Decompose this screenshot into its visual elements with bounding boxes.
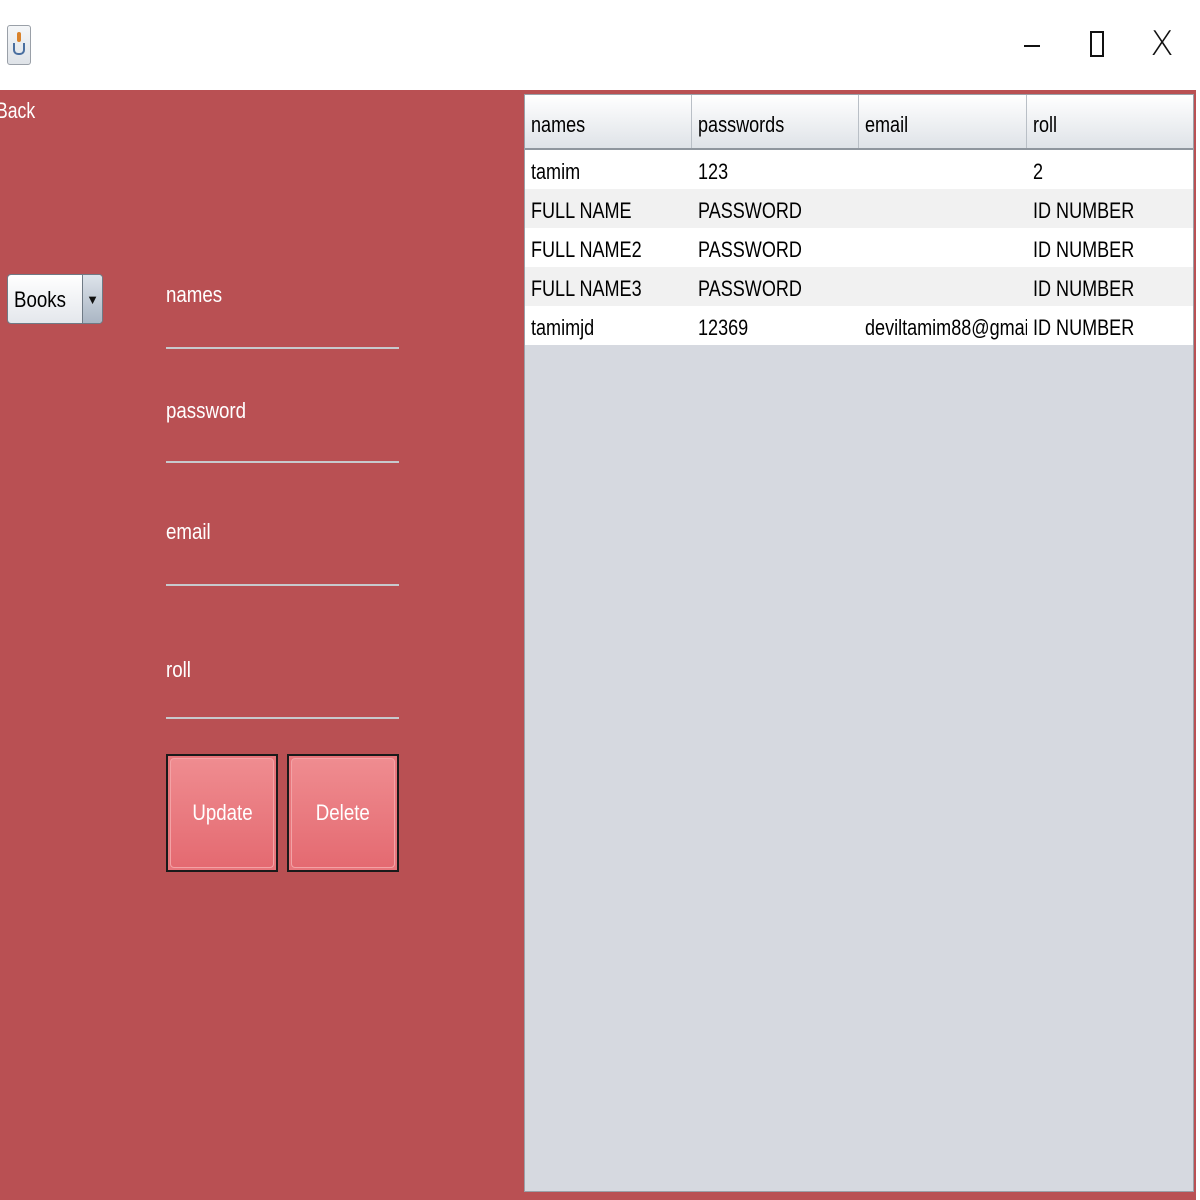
roll-input[interactable]: [166, 717, 399, 719]
maximize-button[interactable]: [1075, 22, 1119, 66]
update-button-label: Update: [191, 800, 253, 825]
table-cell[interactable]: PASSWORD: [692, 189, 859, 228]
table-cell[interactable]: ID NUMBER: [1027, 228, 1193, 267]
table-cell[interactable]: PASSWORD: [692, 267, 859, 306]
maximize-icon: [1090, 31, 1104, 57]
table-cell[interactable]: ID NUMBER: [1027, 306, 1193, 345]
back-link[interactable]: Back: [0, 98, 35, 124]
table-cell[interactable]: 123: [692, 150, 859, 189]
java-cup-icon[interactable]: [7, 25, 31, 65]
password-input[interactable]: [166, 461, 399, 463]
table-cell[interactable]: tamim: [525, 150, 692, 189]
category-dropdown[interactable]: Books ▼: [7, 274, 103, 324]
table-cell[interactable]: deviltamim88@gmail.c...: [859, 306, 1027, 345]
email-input[interactable]: [166, 584, 399, 586]
window-edge: [1196, 90, 1200, 1200]
table-cell[interactable]: 2: [1027, 150, 1193, 189]
minimize-button[interactable]: [1010, 22, 1054, 66]
table-cell[interactable]: tamimjd: [525, 306, 692, 345]
table-cell[interactable]: [859, 228, 1027, 267]
table-cell[interactable]: FULL NAME2: [525, 228, 692, 267]
table-cell[interactable]: [859, 150, 1027, 189]
table-body: tamim 123 2 FULL NAME PASSWORD ID NUMBER…: [525, 150, 1193, 345]
names-input[interactable]: [166, 347, 399, 349]
table-cell[interactable]: ID NUMBER: [1027, 189, 1193, 228]
minimize-icon: [1024, 45, 1040, 47]
table-cell[interactable]: ID NUMBER: [1027, 267, 1193, 306]
update-button[interactable]: Update: [166, 754, 278, 872]
roll-label: roll: [166, 657, 191, 682]
users-table[interactable]: names passwords email roll tamim 123 2 F…: [524, 94, 1194, 1192]
column-header-passwords[interactable]: passwords: [692, 95, 859, 148]
table-cell[interactable]: PASSWORD: [692, 228, 859, 267]
title-bar: X: [0, 0, 1200, 90]
table-row[interactable]: FULL NAME2 PASSWORD ID NUMBER: [525, 228, 1193, 267]
email-label: email: [166, 519, 211, 544]
password-label: password: [166, 398, 247, 423]
table-cell[interactable]: [859, 189, 1027, 228]
table-row[interactable]: FULL NAME PASSWORD ID NUMBER: [525, 189, 1193, 228]
delete-button[interactable]: Delete: [287, 754, 399, 872]
table-cell[interactable]: [859, 267, 1027, 306]
close-button[interactable]: X: [1140, 22, 1184, 66]
table-header: names passwords email roll: [525, 95, 1193, 150]
table-row[interactable]: tamimjd 12369 deviltamim88@gmail.c... ID…: [525, 306, 1193, 345]
delete-button-label: Delete: [315, 800, 371, 825]
column-header-roll[interactable]: roll: [1027, 95, 1193, 148]
table-cell[interactable]: FULL NAME: [525, 189, 692, 228]
table-cell[interactable]: 12369: [692, 306, 859, 345]
table-row[interactable]: tamim 123 2: [525, 150, 1193, 189]
category-dropdown-value: Books: [14, 287, 66, 312]
column-header-email[interactable]: email: [859, 95, 1027, 148]
table-row[interactable]: FULL NAME3 PASSWORD ID NUMBER: [525, 267, 1193, 306]
chevron-down-icon[interactable]: ▼: [82, 275, 102, 323]
table-cell[interactable]: FULL NAME3: [525, 267, 692, 306]
names-label: names: [166, 282, 223, 307]
column-header-names[interactable]: names: [525, 95, 692, 148]
